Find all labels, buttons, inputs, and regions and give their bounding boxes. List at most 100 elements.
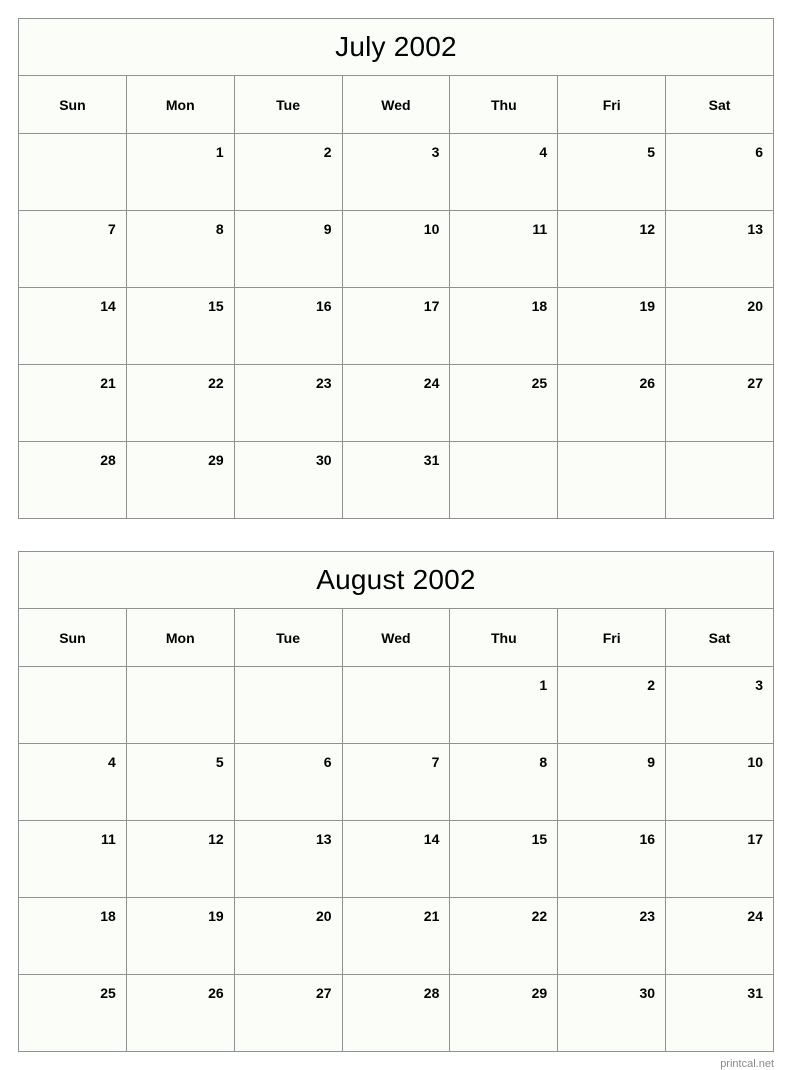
day-cell[interactable]: 7 <box>341 743 451 821</box>
day-cell[interactable]: 27 <box>233 974 343 1052</box>
day-cell[interactable]: 6 <box>233 743 343 821</box>
day-number: 29 <box>531 985 548 1001</box>
day-cell[interactable]: 24 <box>665 897 774 975</box>
day-cell[interactable]: 28 <box>18 441 127 519</box>
day-cell[interactable]: 12 <box>125 820 235 898</box>
day-number: 6 <box>323 754 332 770</box>
day-cell[interactable]: 24 <box>341 364 451 442</box>
day-cell[interactable]: 15 <box>449 820 559 898</box>
day-number: 12 <box>639 221 656 237</box>
day-cell[interactable]: 26 <box>125 974 235 1052</box>
day-cell[interactable]: 23 <box>233 364 343 442</box>
day-number: 31 <box>423 452 440 468</box>
day-cell[interactable]: 29 <box>125 441 235 519</box>
day-cell[interactable]: 8 <box>449 743 559 821</box>
day-cell[interactable]: 7 <box>18 210 127 288</box>
weekday-header-mon: Mon <box>125 608 235 667</box>
weekday-header-tue: Tue <box>233 608 343 667</box>
day-number: 11 <box>101 831 116 847</box>
day-number: 28 <box>423 985 440 1001</box>
day-cell[interactable]: 13 <box>233 820 343 898</box>
day-cell[interactable]: 1 <box>125 133 235 211</box>
day-number: 13 <box>315 831 332 847</box>
day-cell[interactable] <box>18 133 127 211</box>
day-cell[interactable]: 17 <box>665 820 774 898</box>
day-cell[interactable] <box>557 441 667 519</box>
day-cell[interactable]: 22 <box>125 364 235 442</box>
day-cell[interactable]: 17 <box>341 287 451 365</box>
day-number: 20 <box>315 908 332 924</box>
day-cell[interactable]: 5 <box>125 743 235 821</box>
day-cell[interactable] <box>449 441 559 519</box>
day-cell[interactable]: 30 <box>233 441 343 519</box>
day-cell[interactable]: 18 <box>449 287 559 365</box>
day-cell[interactable]: 23 <box>557 897 667 975</box>
day-cell[interactable]: 21 <box>18 364 127 442</box>
day-number: 5 <box>215 754 224 770</box>
day-number: 24 <box>747 908 763 924</box>
day-cell[interactable]: 14 <box>18 287 127 365</box>
day-cell[interactable]: 13 <box>665 210 774 288</box>
day-cell[interactable]: 9 <box>233 210 343 288</box>
day-cell[interactable]: 25 <box>18 974 127 1052</box>
day-cell[interactable]: 31 <box>341 441 451 519</box>
day-cell[interactable]: 10 <box>341 210 451 288</box>
weekday-header-sun: Sun <box>18 608 127 667</box>
day-cell[interactable]: 15 <box>125 287 235 365</box>
day-cell[interactable]: 6 <box>665 133 774 211</box>
day-number: 14 <box>100 298 116 314</box>
day-cell[interactable]: 25 <box>449 364 559 442</box>
day-cell[interactable]: 19 <box>557 287 667 365</box>
day-cell[interactable]: 21 <box>341 897 451 975</box>
day-number: 20 <box>747 298 763 314</box>
day-cell[interactable]: 16 <box>233 287 343 365</box>
day-cell[interactable]: 5 <box>557 133 667 211</box>
day-cell[interactable] <box>341 666 451 744</box>
day-number: 22 <box>208 375 224 391</box>
day-cell[interactable]: 1 <box>449 666 559 744</box>
day-cell[interactable]: 31 <box>665 974 774 1052</box>
day-cell[interactable] <box>18 666 127 744</box>
day-number: 21 <box>423 908 440 924</box>
day-cell[interactable]: 11 <box>449 210 559 288</box>
day-cell[interactable]: 27 <box>665 364 774 442</box>
day-cell[interactable] <box>233 666 343 744</box>
day-cell[interactable]: 8 <box>125 210 235 288</box>
day-cell[interactable]: 20 <box>665 287 774 365</box>
day-cell[interactable]: 12 <box>557 210 667 288</box>
weekday-header-thu: Thu <box>449 608 559 667</box>
footer-credit[interactable]: printcal.net <box>18 1052 774 1070</box>
day-cell[interactable]: 19 <box>125 897 235 975</box>
calendar-july: July 2002 Sun Mon Tue Wed Thu Fri Sat 1 … <box>18 18 774 519</box>
day-number: 27 <box>315 985 332 1001</box>
day-cell[interactable]: 22 <box>449 897 559 975</box>
day-cell[interactable]: 16 <box>557 820 667 898</box>
day-cell[interactable]: 3 <box>341 133 451 211</box>
day-cell[interactable]: 2 <box>233 133 343 211</box>
day-cell[interactable] <box>665 441 774 519</box>
week-row: 21 22 23 24 25 26 27 <box>18 364 774 442</box>
day-cell[interactable]: 30 <box>557 974 667 1052</box>
day-cell[interactable]: 10 <box>665 743 774 821</box>
day-cell[interactable]: 29 <box>449 974 559 1052</box>
day-cell[interactable]: 20 <box>233 897 343 975</box>
day-number: 25 <box>100 985 116 1001</box>
day-number: 18 <box>100 908 116 924</box>
week-row: 18 19 20 21 22 23 24 <box>18 897 774 975</box>
day-number: 11 <box>532 221 548 237</box>
day-cell[interactable]: 26 <box>557 364 667 442</box>
day-number: 24 <box>423 375 440 391</box>
day-cell[interactable]: 11 <box>18 820 127 898</box>
day-cell[interactable]: 4 <box>18 743 127 821</box>
day-cell[interactable]: 2 <box>557 666 667 744</box>
day-cell[interactable]: 3 <box>665 666 774 744</box>
day-number: 19 <box>639 298 656 314</box>
day-number: 3 <box>431 144 440 160</box>
day-cell[interactable] <box>125 666 235 744</box>
calendar-page: July 2002 Sun Mon Tue Wed Thu Fri Sat 1 … <box>0 0 792 1070</box>
day-cell[interactable]: 28 <box>341 974 451 1052</box>
day-cell[interactable]: 4 <box>449 133 559 211</box>
day-cell[interactable]: 18 <box>18 897 127 975</box>
day-cell[interactable]: 14 <box>341 820 451 898</box>
day-cell[interactable]: 9 <box>557 743 667 821</box>
